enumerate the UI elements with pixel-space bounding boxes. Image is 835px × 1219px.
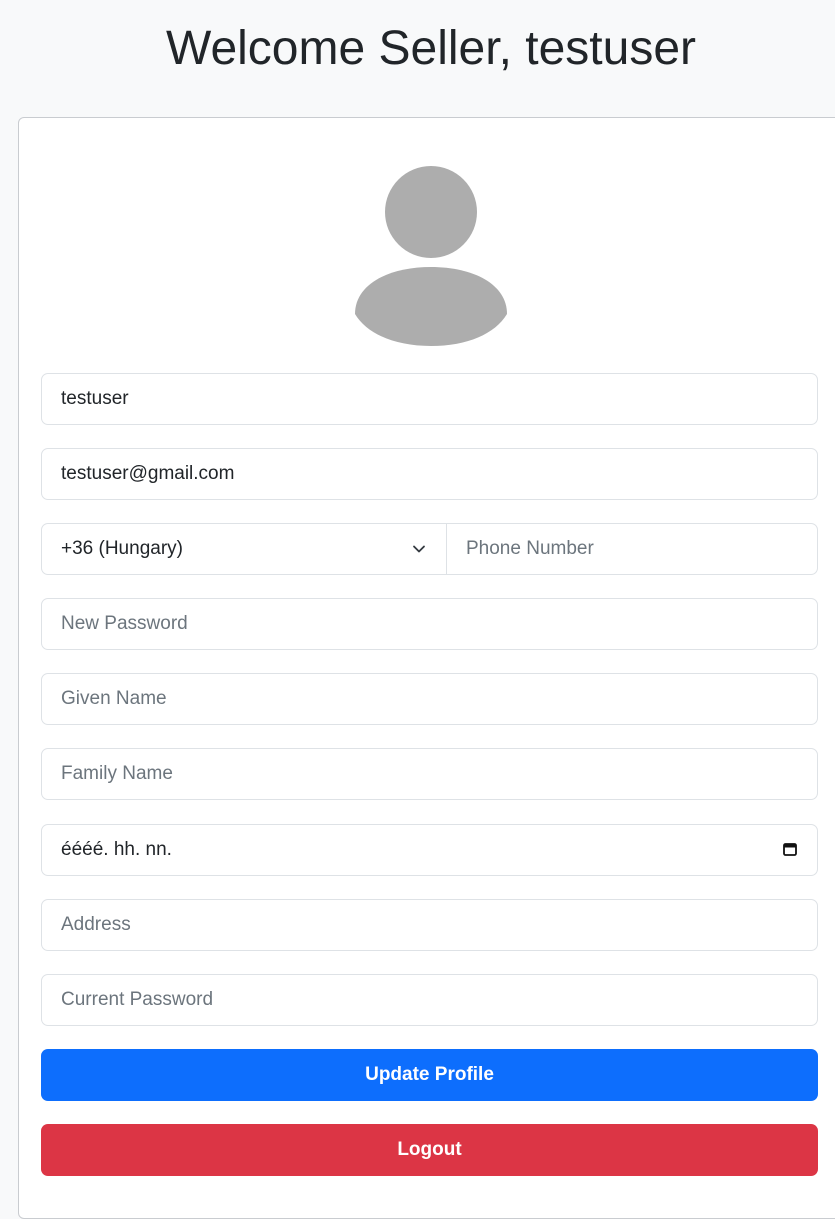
address-input[interactable] (41, 899, 818, 951)
logout-button[interactable]: Logout (41, 1124, 818, 1176)
calendar-icon[interactable] (782, 841, 798, 857)
country-code-value: +36 (Hungary) (61, 538, 183, 559)
given-name-input[interactable] (41, 673, 818, 725)
user-avatar-icon (355, 166, 507, 346)
page-title: Welcome Seller, testuser (166, 22, 696, 75)
chevron-down-icon (413, 545, 425, 553)
new-password-input[interactable] (41, 598, 818, 650)
country-code-select[interactable]: +36 (Hungary) (41, 523, 447, 575)
email-input[interactable] (41, 448, 818, 500)
family-name-input[interactable] (41, 748, 818, 800)
update-profile-button[interactable]: Update Profile (41, 1049, 818, 1101)
current-password-input[interactable] (41, 974, 818, 1026)
phone-number-input[interactable] (446, 523, 818, 575)
username-input[interactable] (41, 373, 818, 425)
birth-date-input[interactable]: éééé. hh. nn. (41, 824, 818, 876)
birth-date-placeholder: éééé. hh. nn. (61, 839, 172, 860)
